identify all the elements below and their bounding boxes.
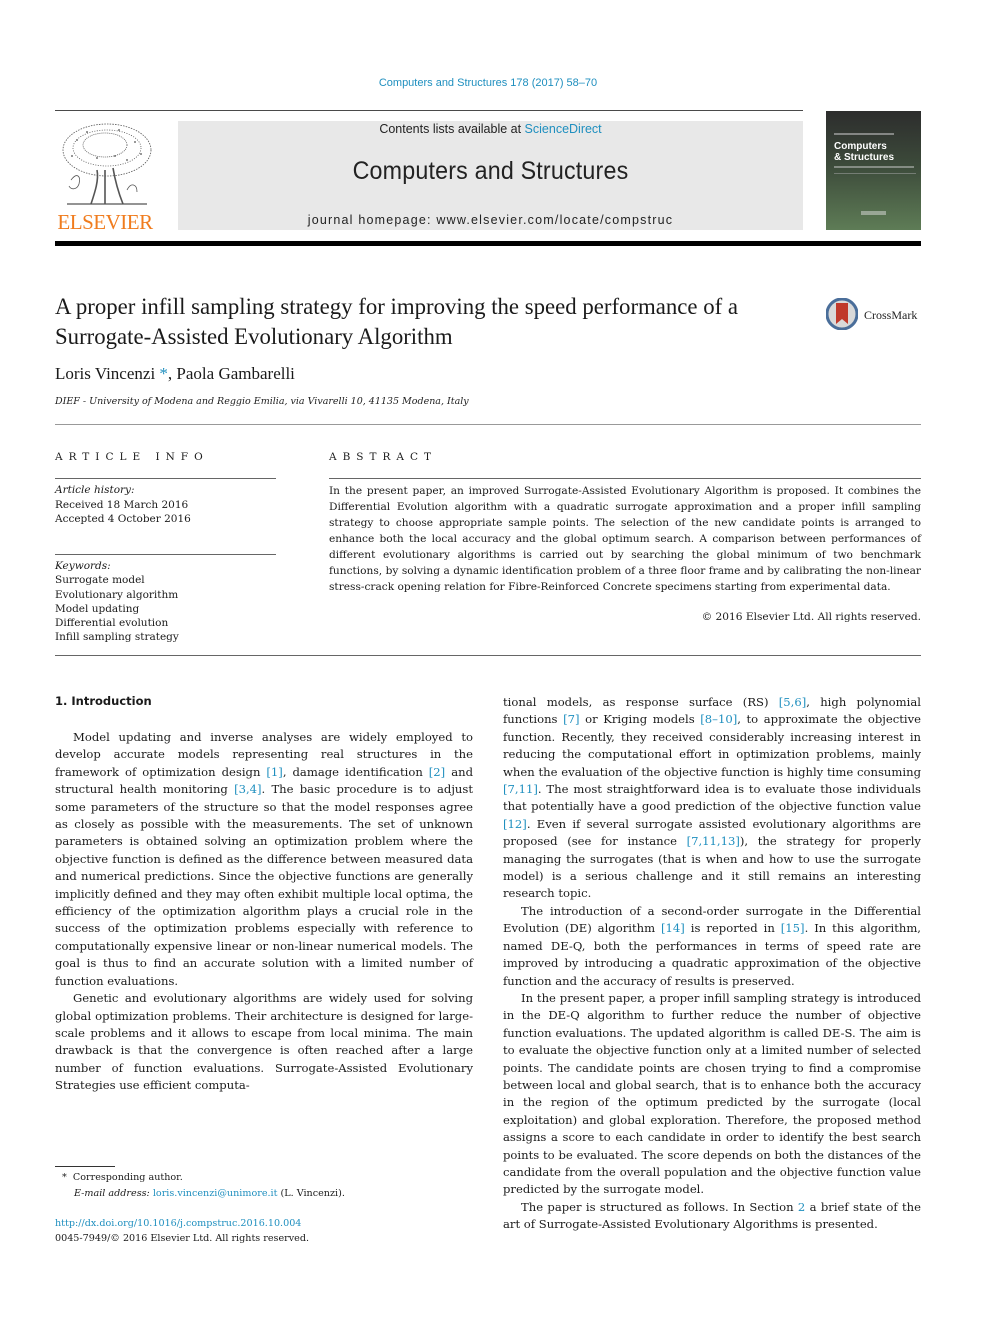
contents-prefix: Contents lists available at bbox=[379, 122, 525, 136]
cover-title-line1: Computers bbox=[834, 141, 887, 152]
paragraph-text: The paper is structured as follows. In S… bbox=[521, 1199, 798, 1214]
body-column-left: Model updating and inverse analyses are … bbox=[55, 729, 473, 1095]
history-label: Article history: bbox=[55, 484, 135, 496]
crossmark-icon bbox=[826, 298, 858, 330]
body-column-right: tional models, as response surface (RS) … bbox=[503, 694, 921, 1234]
sciencedirect-link[interactable]: ScienceDirect bbox=[525, 122, 602, 136]
crossmark-label: CrossMark bbox=[864, 308, 918, 322]
keyword-item: Infill sampling strategy bbox=[55, 631, 179, 644]
paragraph-text: . The most straightforward idea is to ev… bbox=[503, 782, 921, 814]
article-history: Article history: Received 18 March 2016 … bbox=[55, 483, 276, 527]
email-label: E-mail address: bbox=[74, 1188, 150, 1199]
paragraph-text: , damage identification bbox=[282, 764, 429, 779]
accepted-date: Accepted 4 October 2016 bbox=[55, 513, 191, 525]
front-matter-divider bbox=[55, 655, 921, 656]
crossmark-button[interactable]: CrossMark bbox=[826, 298, 926, 334]
section-heading-introduction: 1. Introduction bbox=[55, 694, 152, 708]
paragraph-text: is reported in bbox=[684, 921, 781, 936]
body-paragraph: The paper is structured as follows. In S… bbox=[503, 1199, 921, 1234]
paragraph-text: . The basic procedure is to adjust some … bbox=[55, 782, 473, 988]
footnote: * Corresponding author. E-mail address: … bbox=[55, 1170, 345, 1202]
corresponding-author-marker[interactable]: * bbox=[159, 364, 168, 383]
journal-reference-link[interactable]: Computers and Structures 178 (2017) 58–7… bbox=[0, 77, 976, 89]
cover-subtitle bbox=[834, 166, 914, 168]
journal-title: Computers and Structures bbox=[352, 157, 629, 185]
abstract-rule bbox=[329, 478, 921, 479]
footnote-rule bbox=[55, 1166, 115, 1167]
keyword-item: Differential evolution bbox=[55, 617, 169, 630]
keywords-label: Keywords: bbox=[55, 560, 111, 572]
abstract-copyright: © 2016 Elsevier Ltd. All rights reserved… bbox=[701, 611, 921, 623]
cover-divider bbox=[834, 173, 916, 174]
header-top-rule bbox=[55, 110, 803, 111]
body-paragraph: Genetic and evolutionary algorithms are … bbox=[55, 990, 473, 1094]
title-divider bbox=[55, 424, 921, 425]
email-link[interactable]: loris.vincenzi@unimore.it bbox=[153, 1188, 278, 1199]
doi-link[interactable]: http://dx.doi.org/10.1016/j.compstruc.20… bbox=[55, 1216, 309, 1231]
elsevier-tree-icon bbox=[62, 123, 152, 205]
article-info-heading: ARTICLE INFO bbox=[55, 451, 209, 463]
corresponding-author-note: Corresponding author. bbox=[72, 1172, 183, 1183]
citation-link[interactable]: [14] bbox=[661, 921, 685, 935]
citation-link[interactable]: [2] bbox=[429, 765, 445, 779]
issn-copyright: 0045-7949/© 2016 Elsevier Ltd. All right… bbox=[55, 1233, 310, 1244]
citation-link[interactable]: [5,6] bbox=[779, 695, 806, 709]
body-paragraph: In the present paper, a proper infill sa… bbox=[503, 990, 921, 1199]
citation-link[interactable]: [7,11,13] bbox=[687, 834, 740, 848]
citation-link[interactable]: [3,4] bbox=[234, 782, 261, 796]
citation-link[interactable]: [7,11] bbox=[503, 782, 538, 796]
keyword-item: Model updating bbox=[55, 602, 140, 615]
email-suffix: (L. Vincenzi). bbox=[277, 1188, 345, 1199]
journal-header-box: Contents lists available at ScienceDirec… bbox=[178, 121, 803, 230]
abstract-heading: ABSTRACT bbox=[329, 451, 438, 463]
body-paragraph-continued: tional models, as response surface (RS) … bbox=[503, 694, 921, 903]
paragraph-text: Genetic and evolutionary algorithms are … bbox=[55, 991, 473, 1093]
article-info-rule bbox=[55, 478, 276, 479]
body-paragraph: The introduction of a second-order surro… bbox=[503, 903, 921, 990]
paragraph-text: or Kriging models bbox=[579, 712, 701, 727]
homepage-prefix: journal homepage: bbox=[307, 213, 437, 227]
header-thick-rule bbox=[55, 241, 921, 246]
keyword-item: Evolutionary algorithm bbox=[55, 588, 179, 601]
cover-title-line2: & Structures bbox=[834, 152, 895, 163]
homepage-line: journal homepage: www.elsevier.com/locat… bbox=[178, 213, 803, 227]
paragraph-text: tional models, as response surface (RS) bbox=[503, 695, 779, 709]
paragraph-text: In the present paper, a proper infill sa… bbox=[503, 990, 921, 1197]
citation-link[interactable]: [15] bbox=[781, 921, 805, 935]
citation-link[interactable]: [8–10] bbox=[700, 712, 737, 726]
cover-small-text bbox=[834, 133, 894, 135]
author-name[interactable]: Loris Vincenzi bbox=[55, 364, 155, 383]
keywords-rule bbox=[55, 554, 276, 555]
author-list: Loris Vincenzi *, Paola Gambarelli bbox=[55, 364, 295, 384]
homepage-link[interactable]: www.elsevier.com/locate/compstruc bbox=[436, 213, 673, 227]
affiliation: DIEF - University of Modena and Reggio E… bbox=[55, 396, 469, 407]
elsevier-wordmark: ELSEVIER bbox=[57, 210, 153, 234]
citation-link[interactable]: [1] bbox=[266, 765, 282, 779]
paper-title: A proper infill sampling strategy for im… bbox=[55, 294, 739, 350]
contents-line: Contents lists available at ScienceDirec… bbox=[178, 122, 803, 136]
citation-link[interactable]: [12] bbox=[503, 817, 527, 831]
doi-block: http://dx.doi.org/10.1016/j.compstruc.20… bbox=[55, 1216, 309, 1246]
keyword-item: Surrogate model bbox=[55, 574, 145, 587]
keywords-block: Keywords: Surrogate model Evolutionary a… bbox=[55, 559, 276, 645]
received-date: Received 18 March 2016 bbox=[55, 498, 189, 511]
author-name[interactable]: Paola Gambarelli bbox=[176, 364, 295, 383]
elsevier-logo[interactable]: ELSEVIER bbox=[55, 118, 155, 234]
body-paragraph: Model updating and inverse analyses are … bbox=[55, 729, 473, 990]
journal-cover-image[interactable]: Computers & Structures bbox=[826, 111, 921, 230]
cover-footer bbox=[861, 211, 886, 215]
footnote-marker: * bbox=[62, 1172, 67, 1183]
citation-link[interactable]: [7] bbox=[563, 712, 579, 726]
abstract-text: In the present paper, an improved Surrog… bbox=[329, 485, 921, 593]
cover-title: Computers & Structures bbox=[834, 141, 894, 163]
